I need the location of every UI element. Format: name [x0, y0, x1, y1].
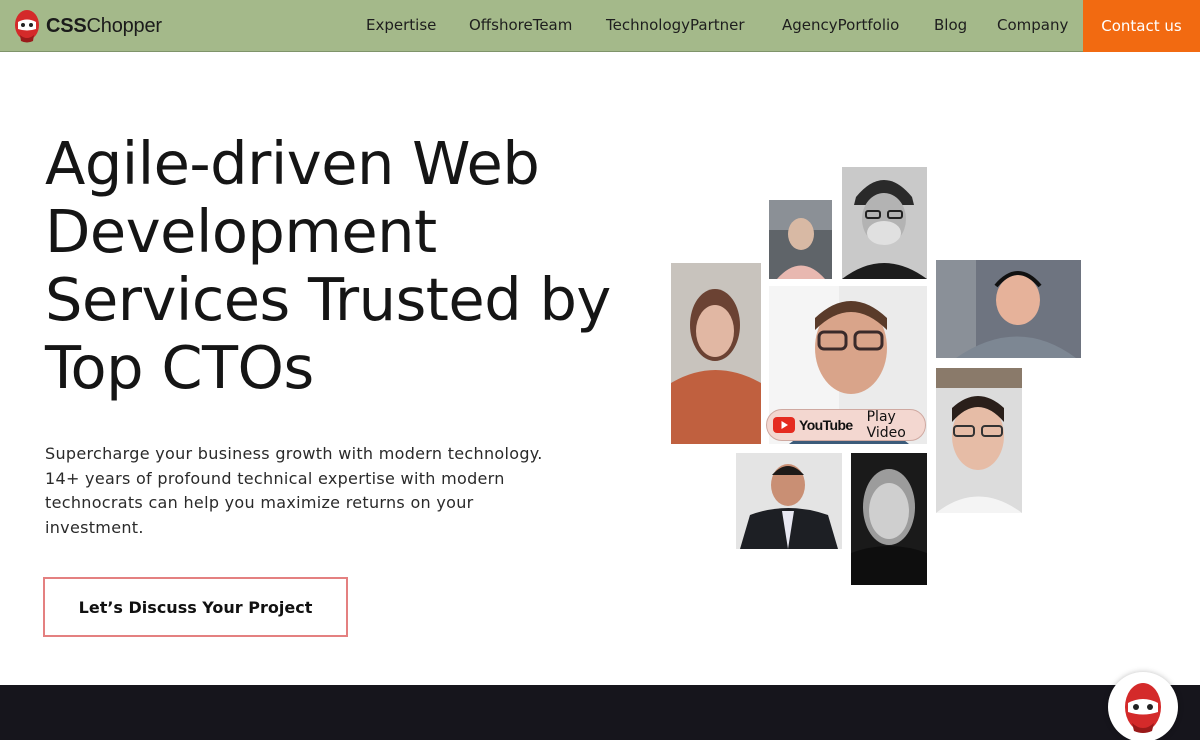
nav-item-technology-partner[interactable]: TechnologyPartner	[606, 16, 745, 34]
testimonial-thumbnail[interactable]	[769, 200, 832, 279]
hero-subtitle: Supercharge your business growth with mo…	[45, 444, 543, 537]
dark-section-band	[0, 685, 1200, 740]
testimonial-thumbnail[interactable]	[671, 263, 761, 444]
site-header: CSSChopper Expertise OffshoreTeam Techno…	[0, 0, 1200, 52]
person-photo	[842, 167, 927, 279]
hero-title: Agile-driven Web Development Services Tr…	[45, 129, 611, 402]
person-photo	[769, 200, 832, 279]
play-video-label: Play Video	[866, 409, 906, 441]
youtube-wordmark: YouTube	[799, 417, 853, 433]
nav-item-company[interactable]: Company	[997, 16, 1068, 34]
testimonial-thumbnail[interactable]	[736, 453, 842, 549]
nav-item-blog[interactable]: Blog	[934, 16, 967, 34]
nav-item-agency-portfolio[interactable]: AgencyPortfolio	[782, 16, 899, 34]
main-nav: Expertise OffshoreTeam TechnologyPartner…	[0, 0, 1200, 52]
chat-widget-button[interactable]	[1108, 672, 1178, 740]
person-photo	[851, 453, 927, 585]
person-photo	[936, 368, 1022, 513]
youtube-play-icon	[773, 417, 795, 433]
person-photo	[671, 263, 761, 444]
nav-item-offshore-team[interactable]: OffshoreTeam	[469, 16, 572, 34]
person-photo	[736, 453, 842, 549]
testimonial-thumbnail[interactable]	[842, 167, 927, 279]
discuss-project-button[interactable]: Let’s Discuss Your Project	[43, 577, 348, 637]
testimonial-thumbnail[interactable]	[936, 260, 1081, 358]
nav-item-expertise[interactable]: Expertise	[366, 16, 436, 34]
play-video-button[interactable]: YouTube Play Video	[766, 409, 926, 441]
testimonial-thumbnail[interactable]	[936, 368, 1022, 513]
ninja-chat-icon	[1125, 683, 1161, 733]
contact-us-button[interactable]: Contact us	[1083, 0, 1200, 52]
person-photo	[936, 260, 1081, 358]
testimonial-thumbnail[interactable]	[851, 453, 927, 585]
